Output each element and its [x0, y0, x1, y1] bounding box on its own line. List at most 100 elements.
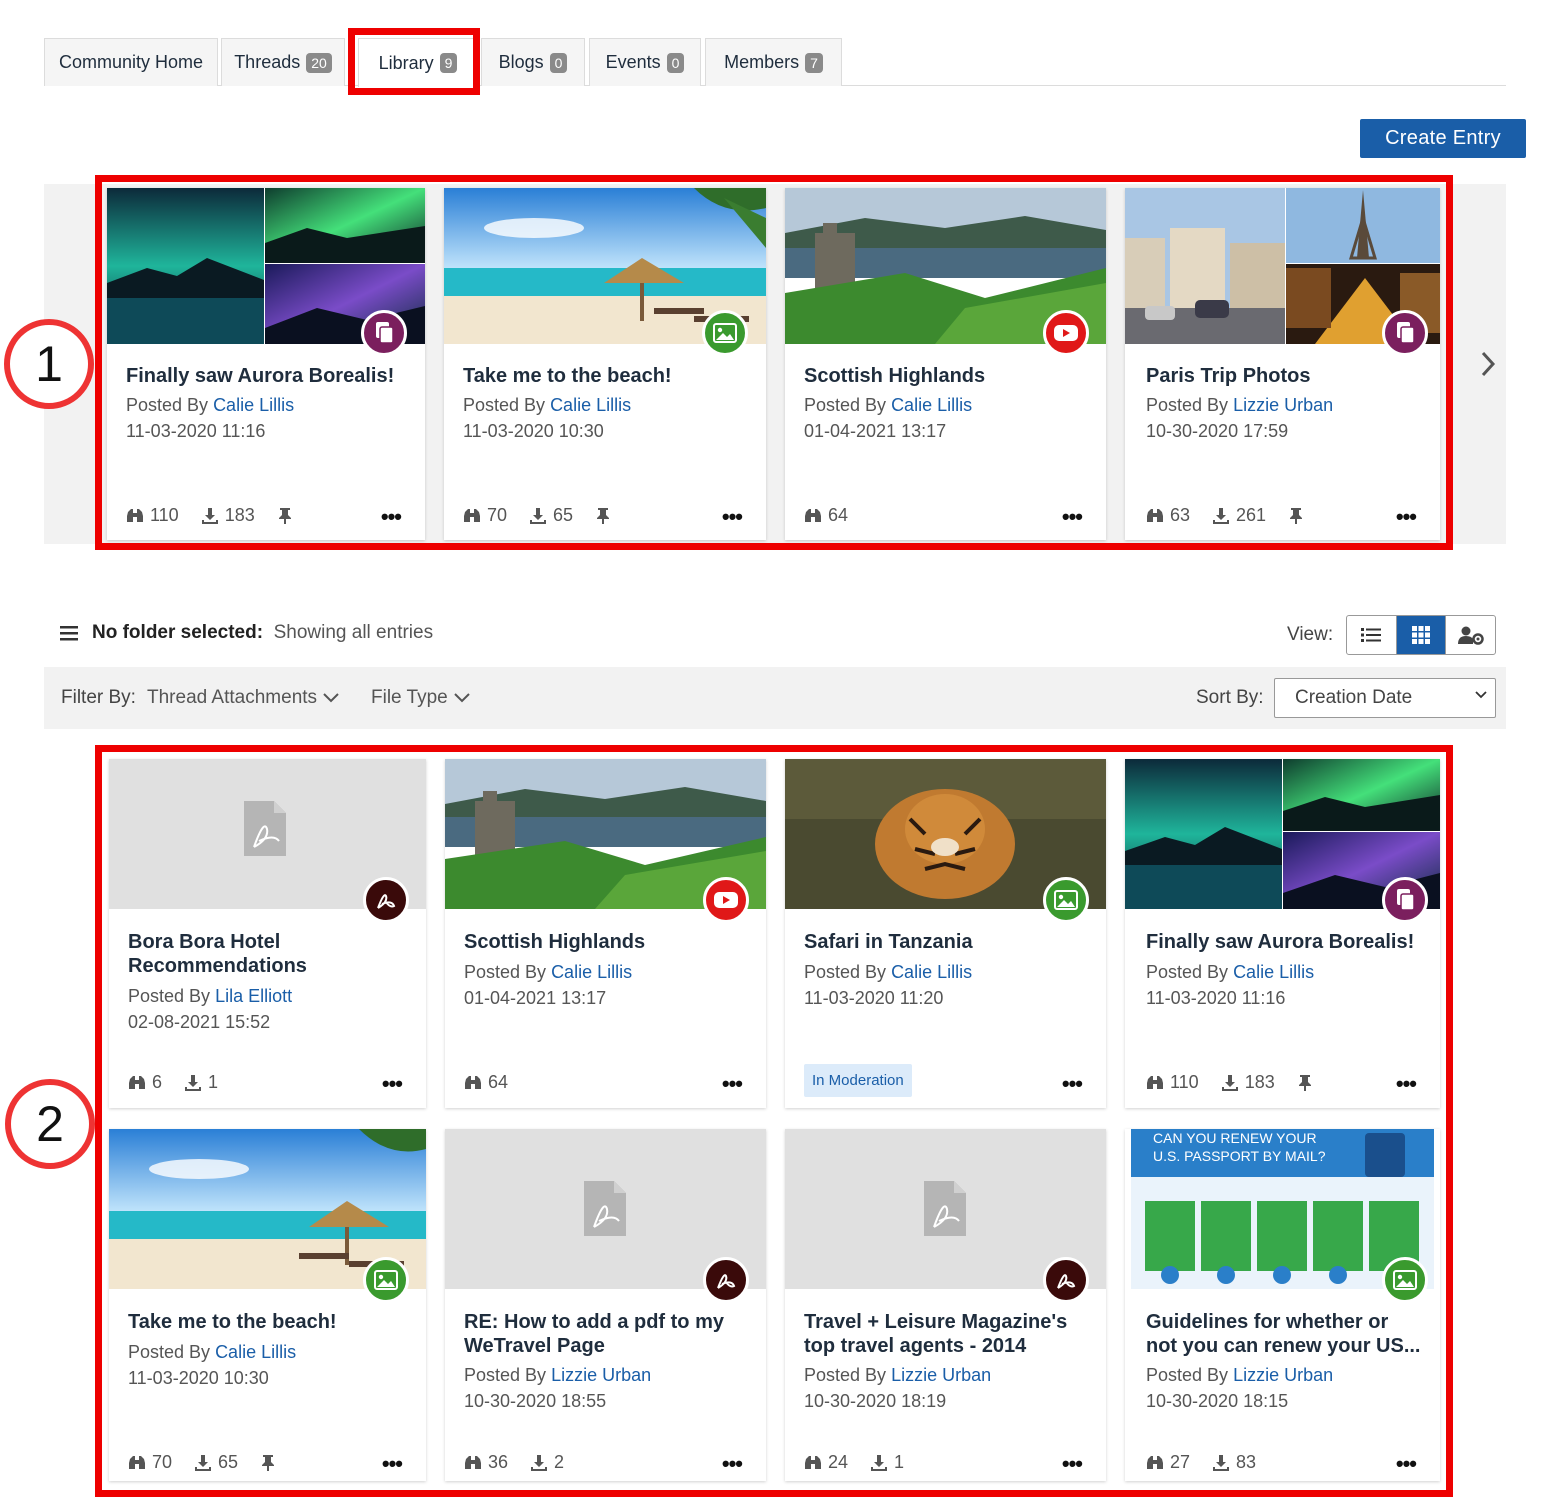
file-type-filter[interactable]: File Type: [371, 687, 470, 709]
grid-view-button[interactable]: [1396, 616, 1447, 654]
entry-date: 02-08-2021 15:52: [128, 1012, 271, 1032]
entry-title[interactable]: Finally saw Aurora Borealis!: [1146, 930, 1424, 954]
list-view-button[interactable]: [1347, 616, 1397, 654]
pin-icon[interactable]: [277, 507, 293, 525]
more-options-button[interactable]: •••: [382, 1451, 403, 1477]
entry-card[interactable]: Safari in Tanzania Posted By Calie Lilli…: [785, 759, 1106, 1108]
more-options-button[interactable]: •••: [1396, 1451, 1417, 1477]
downloads-stat: 65: [529, 505, 573, 526]
author-link[interactable]: Lizzie Urban: [1233, 395, 1333, 415]
featured-card[interactable]: Paris Trip Photos Posted By Lizzie Urban…: [1125, 188, 1440, 540]
author-link[interactable]: Calie Lillis: [215, 1342, 296, 1362]
entry-card[interactable]: Finally saw Aurora Borealis! Posted By C…: [1125, 759, 1440, 1108]
entry-title[interactable]: Scottish Highlands: [804, 364, 1090, 388]
tab-members[interactable]: Members 7: [705, 38, 842, 86]
entry-title[interactable]: Take me to the beach!: [128, 1310, 410, 1334]
more-options-button[interactable]: •••: [1396, 1071, 1417, 1097]
downloads-count: 183: [224, 505, 255, 525]
more-options-button[interactable]: •••: [1062, 504, 1083, 530]
binoculars-icon: [805, 1455, 821, 1469]
entry-stats: 64: [464, 1072, 508, 1093]
downloads-count: 1: [894, 1452, 905, 1472]
featured-card[interactable]: Scottish Highlands Posted By Calie Lilli…: [785, 188, 1106, 540]
downloads-count: 183: [1244, 1072, 1275, 1092]
tab-community-home[interactable]: Community Home: [44, 38, 218, 86]
entry-title[interactable]: Scottish Highlands: [464, 930, 750, 954]
download-icon: [201, 507, 218, 524]
more-options-button[interactable]: •••: [722, 504, 743, 530]
entry-title[interactable]: Take me to the beach!: [463, 364, 750, 388]
entry-card[interactable]: RE: How to add a pdf to my WeTravel Page…: [445, 1129, 766, 1481]
more-options-button[interactable]: •••: [722, 1451, 743, 1477]
tab-blogs[interactable]: Blogs 0: [481, 38, 585, 86]
author-link[interactable]: Calie Lillis: [891, 395, 972, 415]
entry-author-line: Posted By Lizzie Urban: [804, 1365, 991, 1386]
author-link[interactable]: Calie Lillis: [891, 962, 972, 982]
views-count: 27: [1170, 1452, 1191, 1472]
entry-title[interactable]: Guidelines for whether or not you can re…: [1146, 1310, 1424, 1358]
downloads-count: 65: [553, 505, 574, 525]
posted-by-label: Posted By: [128, 986, 211, 1006]
entry-author-line: Posted By Calie Lillis: [1146, 962, 1314, 983]
sort-select[interactable]: Creation Date: [1274, 678, 1496, 718]
more-options-button[interactable]: •••: [1062, 1451, 1083, 1477]
entry-title[interactable]: RE: How to add a pdf to my WeTravel Page: [464, 1310, 750, 1358]
more-options-button[interactable]: •••: [722, 1071, 743, 1097]
pin-icon[interactable]: [260, 1454, 276, 1472]
entry-card[interactable]: Take me to the beach! Posted By Calie Li…: [109, 1129, 426, 1481]
author-link[interactable]: Calie Lillis: [213, 395, 294, 415]
folder-status-sub: Showing all entries: [273, 622, 434, 643]
entry-title[interactable]: Safari in Tanzania: [804, 930, 1090, 954]
views-stat: 70: [128, 1452, 172, 1473]
tab-library[interactable]: Library 9: [358, 38, 478, 87]
pin-icon[interactable]: [595, 507, 611, 525]
pdf-icon: [363, 877, 409, 923]
more-options-button[interactable]: •••: [382, 1071, 403, 1097]
posted-by-label: Posted By: [126, 395, 209, 415]
list-icon: [1361, 628, 1382, 642]
featured-card[interactable]: Take me to the beach! Posted By Calie Li…: [444, 188, 766, 540]
entry-title[interactable]: Travel + Leisure Magazine's top travel a…: [804, 1310, 1090, 1358]
tab-threads[interactable]: Threads 20: [221, 38, 345, 86]
downloads-stat: 2: [530, 1452, 564, 1473]
entry-stats: 6 1: [128, 1072, 218, 1093]
more-options-button[interactable]: •••: [381, 504, 402, 530]
author-link[interactable]: Lizzie Urban: [891, 1365, 991, 1385]
entry-card[interactable]: Bora Bora Hotel Recommendations Posted B…: [109, 759, 426, 1108]
manage-view-button[interactable]: [1446, 616, 1495, 654]
author-link[interactable]: Lizzie Urban: [1233, 1365, 1333, 1385]
tab-events[interactable]: Events 0: [589, 38, 701, 86]
more-options-button[interactable]: •••: [1396, 504, 1417, 530]
featured-card[interactable]: Finally saw Aurora Borealis! Posted By C…: [107, 188, 425, 540]
pin-icon[interactable]: [1288, 507, 1304, 525]
author-link[interactable]: Lizzie Urban: [551, 1365, 651, 1385]
views-stat: 36: [464, 1452, 508, 1473]
entry-card[interactable]: Scottish Highlands Posted By Calie Lilli…: [445, 759, 766, 1108]
posted-by-label: Posted By: [804, 395, 887, 415]
pdf-icon: [703, 1257, 749, 1303]
document-icon: [361, 310, 407, 356]
binoculars-icon: [129, 1455, 145, 1469]
pin-icon[interactable]: [1297, 1074, 1313, 1092]
author-link[interactable]: Calie Lillis: [550, 395, 631, 415]
grid-icon: [1412, 626, 1430, 644]
tab-label: Events: [605, 52, 661, 72]
downloads-stat: 1: [870, 1452, 904, 1473]
entry-title[interactable]: Finally saw Aurora Borealis!: [126, 364, 409, 388]
author-link[interactable]: Calie Lillis: [1233, 962, 1314, 982]
entry-title[interactable]: Paris Trip Photos: [1146, 364, 1424, 388]
carousel-next-arrow[interactable]: [1470, 340, 1506, 388]
youtube-icon: [703, 877, 749, 923]
entry-card[interactable]: CAN YOU RENEW YOUR U.S. PASSPORT BY MAIL…: [1125, 1129, 1440, 1481]
author-link[interactable]: Lila Elliott: [215, 986, 292, 1006]
author-link[interactable]: Calie Lillis: [551, 962, 632, 982]
entry-author-line: Posted By Lizzie Urban: [1146, 1365, 1333, 1386]
entry-title[interactable]: Bora Bora Hotel Recommendations: [128, 930, 410, 978]
more-options-button[interactable]: •••: [1062, 1071, 1083, 1097]
thread-attachments-filter[interactable]: Thread Attachments: [147, 687, 339, 709]
create-entry-button[interactable]: Create Entry: [1360, 119, 1526, 158]
tab-label: Blogs: [498, 52, 544, 72]
entry-stats: 27 83: [1146, 1452, 1256, 1473]
views-stat: 64: [804, 505, 848, 526]
entry-card[interactable]: Travel + Leisure Magazine's top travel a…: [785, 1129, 1106, 1481]
